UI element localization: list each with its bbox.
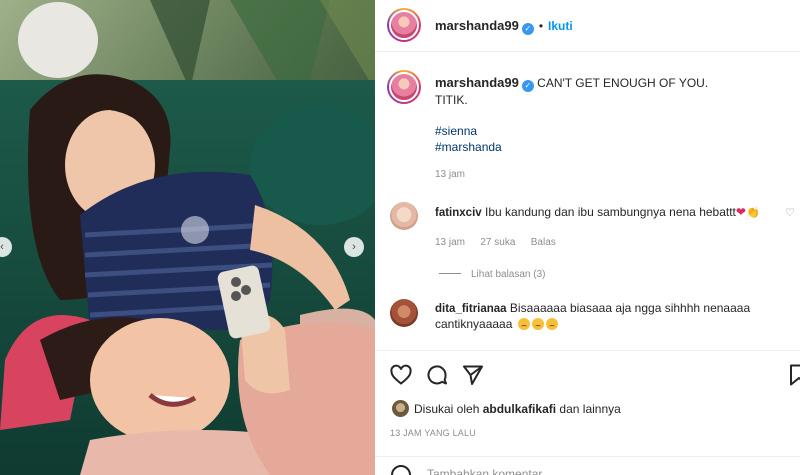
sad-emoji-icon <box>545 318 558 330</box>
comment-text: Bisaaaaaa biasaaa aja ngga sihhhh nenaaa… <box>509 301 751 315</box>
caption-line-2: TITIK. <box>435 93 468 107</box>
likes-prefix: Disukai oleh <box>414 402 480 416</box>
hashtag-marshanda[interactable]: #marshanda <box>435 140 502 154</box>
hashtag-sienna[interactable]: #sienna <box>435 124 477 138</box>
comment-icon[interactable] <box>425 363 449 387</box>
likes-suffix[interactable]: dan lainnya <box>559 402 620 416</box>
post-photo[interactable]: ‹ › <box>0 0 375 475</box>
post-timestamp: 13 JAM YANG LALU <box>390 428 476 438</box>
caption-line-1: CAN'T GET ENOUGH OF YOU. <box>537 76 709 90</box>
post-header: marshanda99 ✓ • Ikuti <box>375 0 800 52</box>
caption-avatar[interactable] <box>387 70 421 104</box>
commenter-avatar[interactable] <box>390 202 418 230</box>
verified-badge-icon: ✓ <box>521 80 534 92</box>
emoji-picker-icon[interactable] <box>391 465 411 475</box>
replies-line <box>439 273 461 275</box>
add-comment-bar: Tambahkan komentar... <box>375 456 800 475</box>
author-username[interactable]: marshanda99 <box>435 18 519 33</box>
comment-username[interactable]: dita_fitrianaa <box>435 303 507 315</box>
commenter-avatar[interactable] <box>390 299 418 327</box>
post-details-panel: marshanda99 ✓ • Ikuti marshanda99 ✓ CAN'T GE… <box>375 0 800 475</box>
sad-emoji-icon <box>531 318 544 330</box>
likes-summary: Disukai oleh abdulkafikafi dan lainnya <box>392 400 621 417</box>
author-avatar[interactable] <box>387 8 421 42</box>
red-heart-emoji-icon: ❤ <box>735 205 746 219</box>
clap-emoji-icon: 👏 <box>745 207 760 219</box>
separator-dot: • <box>538 19 544 33</box>
follow-button[interactable]: Ikuti <box>548 19 573 33</box>
share-icon[interactable] <box>461 363 485 387</box>
view-replies-label: Lihat balasan (3) <box>471 269 546 280</box>
view-replies-button[interactable]: Lihat balasan (3) <box>439 266 546 280</box>
caption-time: 13 jam <box>435 169 466 180</box>
comment-text-continued: cantiknyaaaaa <box>435 317 513 331</box>
carousel-next-button[interactable]: › <box>344 237 364 257</box>
sad-emoji-icon <box>517 318 530 330</box>
caption-username[interactable]: marshanda99 <box>435 75 519 90</box>
comment-likes-count[interactable]: 27 suka <box>480 237 515 248</box>
divider <box>375 350 800 351</box>
bookmark-icon[interactable] <box>787 363 800 387</box>
comment-like-heart-icon[interactable]: ♡ <box>785 206 795 219</box>
photo-illustration <box>0 0 375 475</box>
verified-badge-icon: ✓ <box>521 23 534 35</box>
liker-username[interactable]: abdulkafikafi <box>483 402 556 416</box>
add-comment-input[interactable]: Tambahkan komentar... <box>427 467 552 475</box>
reply-button[interactable]: Balas <box>531 237 556 248</box>
heart-icon[interactable] <box>389 363 413 387</box>
comment-username[interactable]: fatinxciv <box>435 207 482 219</box>
comment-text: Ibu kandung dan ibu sambungnya nena heba… <box>485 205 736 219</box>
liker-avatar[interactable] <box>392 400 409 417</box>
comment-time: 13 jam <box>435 237 466 248</box>
